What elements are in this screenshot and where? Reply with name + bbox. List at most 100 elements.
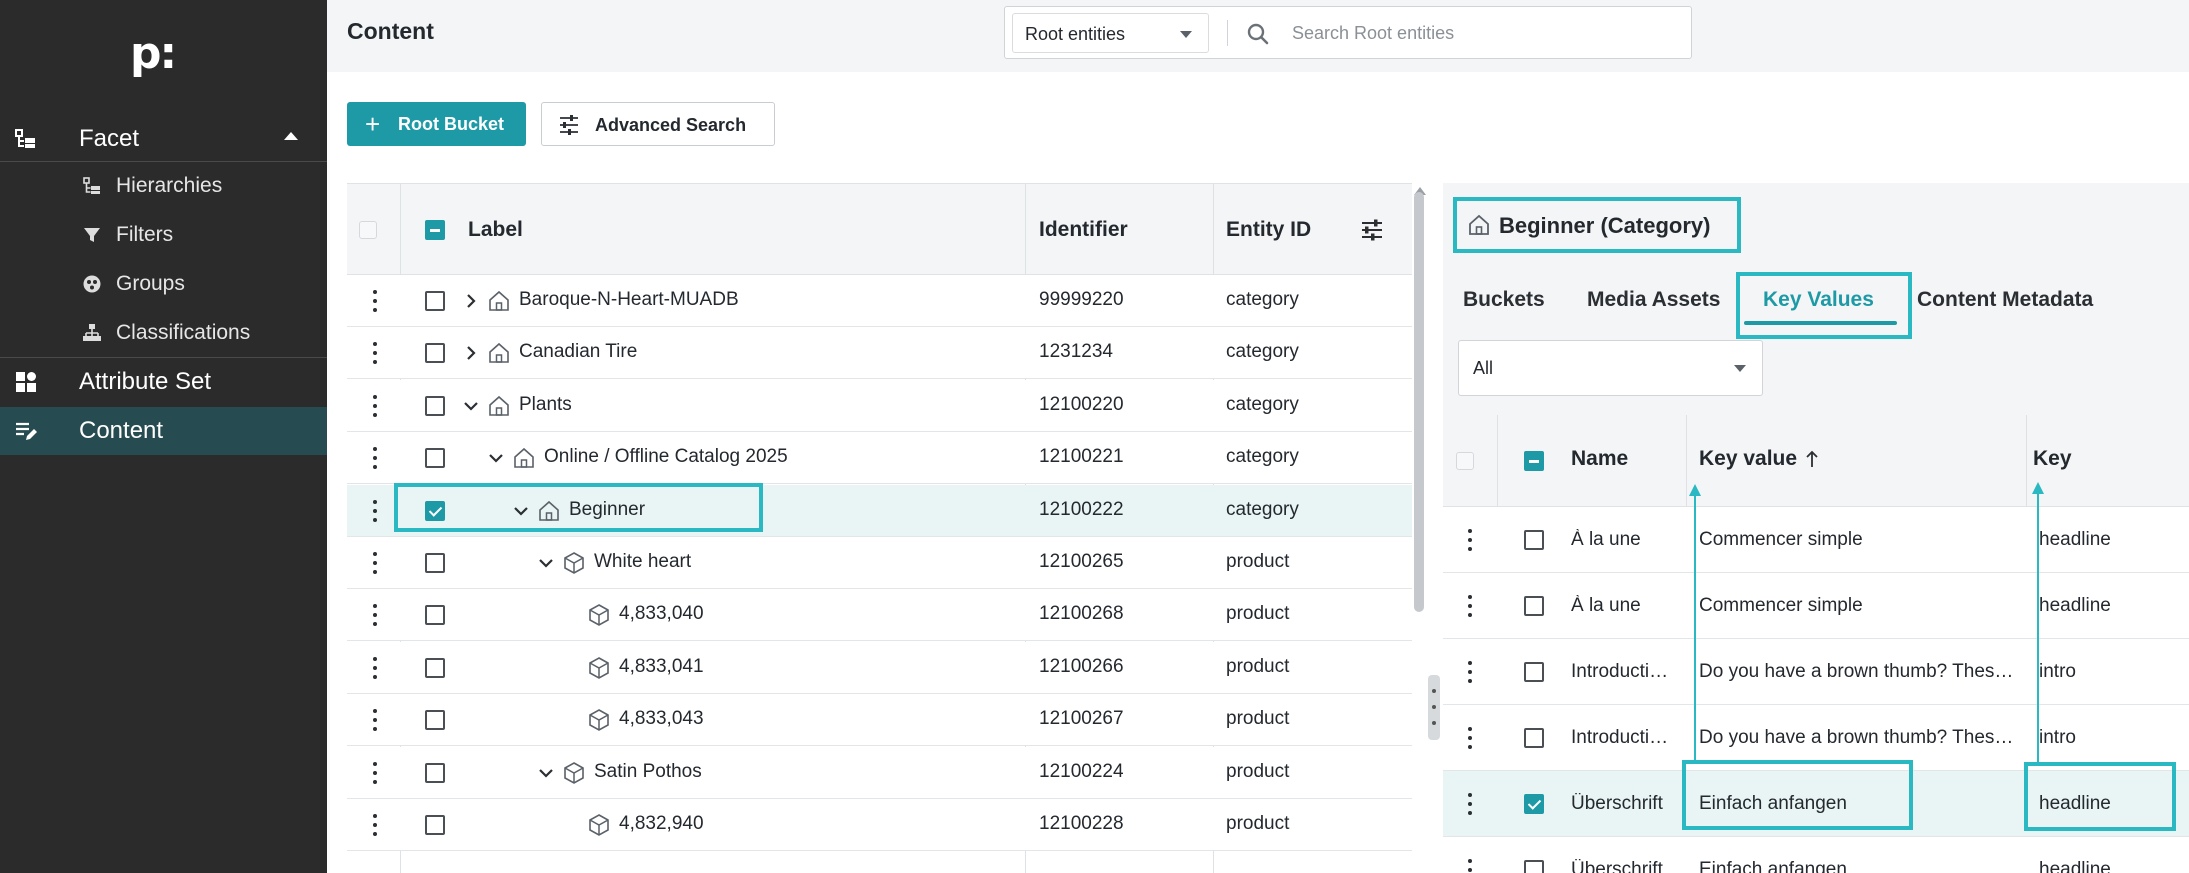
table-row[interactable]: 4,833,043 12100267 product <box>347 694 1412 747</box>
row-checkbox[interactable] <box>425 291 445 311</box>
select-all-checkbox[interactable] <box>1524 451 1544 471</box>
column-options-icon[interactable] <box>1456 452 1474 470</box>
table-row[interactable]: 4,832,940 12100228 product <box>347 799 1412 851</box>
top-bar: Content Root entities Search Root entiti… <box>327 0 2189 72</box>
chevron-right-icon[interactable] <box>462 344 480 362</box>
row-menu-icon[interactable] <box>372 342 378 365</box>
select-all-checkbox[interactable] <box>425 220 445 240</box>
sidebar-item-groups[interactable]: Groups <box>0 260 327 308</box>
chevron-down-icon[interactable] <box>462 397 480 415</box>
chevron-right-icon[interactable] <box>462 292 480 310</box>
tab-content-metadata[interactable]: Content Metadata <box>1917 288 2093 312</box>
advanced-search-button[interactable]: Advanced Search <box>541 102 775 146</box>
row-checkbox[interactable] <box>1524 662 1544 682</box>
table-row[interactable]: Beginner 12100222 category <box>347 484 1412 537</box>
row-menu-icon[interactable] <box>372 604 378 627</box>
row-menu-icon[interactable] <box>372 290 378 312</box>
table-row[interactable]: Introducti… Do you have a brown thumb? Th… <box>1443 639 2189 705</box>
chevron-down-icon[interactable] <box>512 502 530 520</box>
tab-key-values[interactable]: Key Values <box>1763 288 1874 312</box>
add-root-bucket-button[interactable]: + Root Bucket <box>347 102 526 146</box>
row-checkbox[interactable] <box>425 553 445 573</box>
nav-attribute-set[interactable]: Attribute Set <box>0 358 327 406</box>
row-menu-icon[interactable] <box>372 656 378 679</box>
column-header-name[interactable]: Name <box>1571 447 1628 471</box>
advanced-search-label: Advanced Search <box>595 115 747 135</box>
table-row[interactable]: À la une Commencer simple headline <box>1443 507 2189 573</box>
row-entity-id: product <box>1226 813 1290 834</box>
table-row[interactable]: Satin Pothos 12100224 product <box>347 746 1412 799</box>
row-menu-icon[interactable] <box>372 447 378 470</box>
table-row[interactable]: À la une Commencer simple headline <box>1443 573 2189 639</box>
row-label: Beginner <box>569 498 646 520</box>
sidebar-item-filters[interactable]: Filters <box>0 211 327 259</box>
table-row[interactable]: Baroque-N-Heart-MUADB 99999220 category <box>347 275 1412 327</box>
table-row[interactable]: Online / Offline Catalog 2025 12100221 cat… <box>347 432 1412 485</box>
table-row[interactable]: White heart 12100265 product <box>347 537 1412 589</box>
row-checkbox[interactable] <box>425 657 445 678</box>
column-header-entity-id[interactable]: Entity ID <box>1226 218 1311 242</box>
row-menu-icon[interactable] <box>372 709 378 732</box>
table-row[interactable]: 4,833,040 12100268 product <box>347 589 1412 642</box>
row-checkbox[interactable] <box>1524 794 1544 814</box>
category-icon <box>537 499 561 523</box>
sort-ascending-icon[interactable] <box>1805 450 1819 468</box>
product-icon <box>562 551 586 575</box>
column-header-key[interactable]: Key <box>2033 447 2072 471</box>
column-header-key-value[interactable]: Key value <box>1699 447 1797 471</box>
row-checkbox[interactable] <box>425 762 445 783</box>
sidebar-item-hierarchies[interactable]: Hierarchies <box>0 162 327 210</box>
nav-content[interactable]: Content <box>0 407 327 455</box>
row-checkbox[interactable] <box>425 500 445 521</box>
column-settings-icon[interactable] <box>1360 218 1384 242</box>
nav-facet[interactable]: Facet <box>0 118 327 160</box>
row-menu-icon[interactable] <box>1467 595 1473 617</box>
table-row[interactable]: Canadian Tire 1231234 category <box>347 327 1412 380</box>
tune-icon <box>558 114 580 136</box>
row-checkbox[interactable] <box>425 815 445 835</box>
row-menu-icon[interactable] <box>1467 529 1473 551</box>
search-input[interactable]: Search Root entities <box>1292 23 1454 44</box>
chevron-up-icon[interactable] <box>284 132 298 140</box>
row-menu-icon[interactable] <box>372 499 378 522</box>
row-menu-icon[interactable] <box>1467 859 1473 873</box>
category-icon <box>512 446 536 470</box>
row-checkbox[interactable] <box>425 448 445 469</box>
row-menu-icon[interactable] <box>1467 727 1473 749</box>
vertical-scrollbar[interactable] <box>1414 192 1424 612</box>
row-menu-icon[interactable] <box>372 394 378 417</box>
table-row[interactable]: Überschrift Einfach anfangen headline <box>1443 837 2189 873</box>
chevron-down-icon[interactable] <box>537 554 555 572</box>
panel-resize-handle[interactable] <box>1428 675 1440 740</box>
row-checkbox[interactable] <box>425 343 445 364</box>
chevron-down-icon[interactable] <box>537 764 555 782</box>
tab-media-assets[interactable]: Media Assets <box>1587 288 1720 312</box>
tab-buckets[interactable]: Buckets <box>1463 288 1545 312</box>
row-menu-icon[interactable] <box>372 814 378 836</box>
row-checkbox[interactable] <box>1524 530 1544 550</box>
table-row[interactable]: 4,833,041 12100266 product <box>347 641 1412 694</box>
row-checkbox[interactable] <box>1524 728 1544 748</box>
table-row[interactable]: Plants 12100220 category <box>347 379 1412 432</box>
column-options-icon[interactable] <box>359 221 377 239</box>
sidebar-item-classifications[interactable]: Classifications <box>0 309 327 357</box>
table-row[interactable]: Überschrift Einfach anfangen headline <box>1443 771 2189 837</box>
row-checkbox[interactable] <box>1524 596 1544 616</box>
row-menu-icon[interactable] <box>1467 661 1473 683</box>
search-scope-select[interactable]: Root entities <box>1012 13 1209 53</box>
chevron-down-icon[interactable] <box>487 449 505 467</box>
column-header-identifier[interactable]: Identifier <box>1039 218 1128 242</box>
app-logo[interactable]: p: <box>130 28 177 79</box>
row-menu-icon[interactable] <box>372 552 378 574</box>
row-checkbox[interactable] <box>425 395 445 416</box>
row-name: Überschrift <box>1571 859 1663 873</box>
row-menu-icon[interactable] <box>1467 793 1473 815</box>
row-checkbox[interactable] <box>1524 860 1544 873</box>
row-checkbox[interactable] <box>425 605 445 626</box>
column-header-label[interactable]: Label <box>468 218 523 242</box>
row-checkbox[interactable] <box>425 710 445 731</box>
key-values-filter-select[interactable]: All <box>1458 340 1763 396</box>
table-row[interactable]: Introducti… Do you have a brown thumb? Th… <box>1443 705 2189 771</box>
row-menu-icon[interactable] <box>372 761 378 784</box>
row-identifier: 12100220 <box>1039 393 1124 415</box>
